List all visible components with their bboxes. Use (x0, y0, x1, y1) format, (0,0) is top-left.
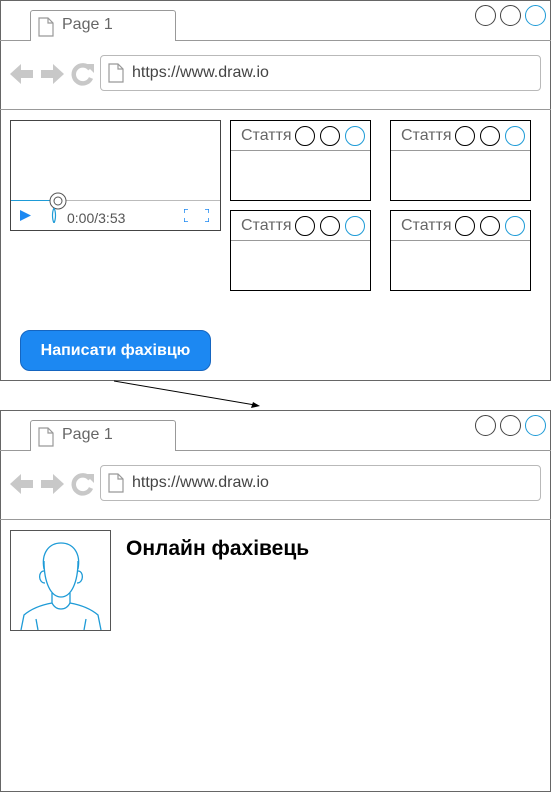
play-icon[interactable] (20, 210, 31, 221)
window-minimize-button[interactable] (475, 415, 496, 436)
card-circle[interactable] (455, 216, 475, 236)
navbar-divider (0, 519, 551, 520)
browser-tab[interactable]: Page 1 (30, 420, 176, 451)
tabbar-divider (176, 450, 551, 451)
window-close-button[interactable] (525, 415, 546, 436)
tab-label: Page 1 (62, 426, 113, 443)
card-circle[interactable] (295, 216, 315, 236)
forward-arrow-icon[interactable] (40, 63, 64, 85)
window-close-button[interactable] (525, 5, 546, 26)
card-circle[interactable] (505, 216, 525, 236)
refresh-icon[interactable] (71, 62, 95, 86)
card-divider (231, 150, 370, 151)
page-icon (38, 17, 54, 37)
article-card-title: Стаття (401, 127, 452, 144)
window-maximize-button[interactable] (500, 5, 521, 26)
card-circle[interactable] (480, 216, 500, 236)
page-icon (38, 427, 54, 447)
card-circle[interactable] (320, 126, 340, 146)
url-bar[interactable]: https://www.draw.io (100, 465, 541, 501)
article-card[interactable]: Стаття (230, 120, 371, 201)
page-icon (108, 473, 124, 493)
article-card-title: Стаття (241, 127, 292, 144)
back-arrow-icon[interactable] (10, 63, 34, 85)
flow-arrow (113, 380, 260, 408)
card-divider (391, 150, 530, 151)
volume-icon[interactable] (51, 208, 57, 223)
url-text: https://www.draw.io (132, 64, 269, 81)
tab-label: Page 1 (62, 16, 113, 33)
navbar-divider (0, 109, 551, 110)
tabbar-divider (0, 450, 30, 451)
window-minimize-button[interactable] (475, 5, 496, 26)
article-card[interactable]: Стаття (390, 120, 531, 201)
video-time: 0:00/3:53 (67, 210, 126, 226)
page-icon (108, 63, 124, 83)
refresh-icon[interactable] (71, 472, 95, 496)
card-circle[interactable] (505, 126, 525, 146)
tabbar-divider (0, 40, 30, 41)
card-circle[interactable] (345, 126, 365, 146)
video-player[interactable]: 0:00/3:53 (10, 120, 221, 231)
write-specialist-button[interactable]: Написати фахівцю (20, 330, 211, 371)
url-bar[interactable]: https://www.draw.io (100, 55, 541, 91)
article-card-title: Стаття (241, 217, 292, 234)
avatar (10, 530, 111, 631)
user-avatar-icon (20, 542, 102, 630)
card-circle[interactable] (295, 126, 315, 146)
article-card-title: Стаття (401, 217, 452, 234)
window-maximize-button[interactable] (500, 415, 521, 436)
fullscreen-icon[interactable] (184, 209, 209, 222)
page-title: Онлайн фахівець (126, 537, 310, 560)
browser-tab[interactable]: Page 1 (30, 10, 176, 41)
card-divider (391, 240, 530, 241)
card-circle[interactable] (480, 126, 500, 146)
forward-arrow-icon[interactable] (40, 473, 64, 495)
card-circle[interactable] (320, 216, 340, 236)
card-circle[interactable] (455, 126, 475, 146)
article-card[interactable]: Стаття (390, 210, 531, 291)
tabbar-divider (176, 40, 551, 41)
back-arrow-icon[interactable] (10, 473, 34, 495)
card-divider (231, 240, 370, 241)
url-text: https://www.draw.io (132, 474, 269, 491)
article-card[interactable]: Стаття (230, 210, 371, 291)
card-circle[interactable] (345, 216, 365, 236)
